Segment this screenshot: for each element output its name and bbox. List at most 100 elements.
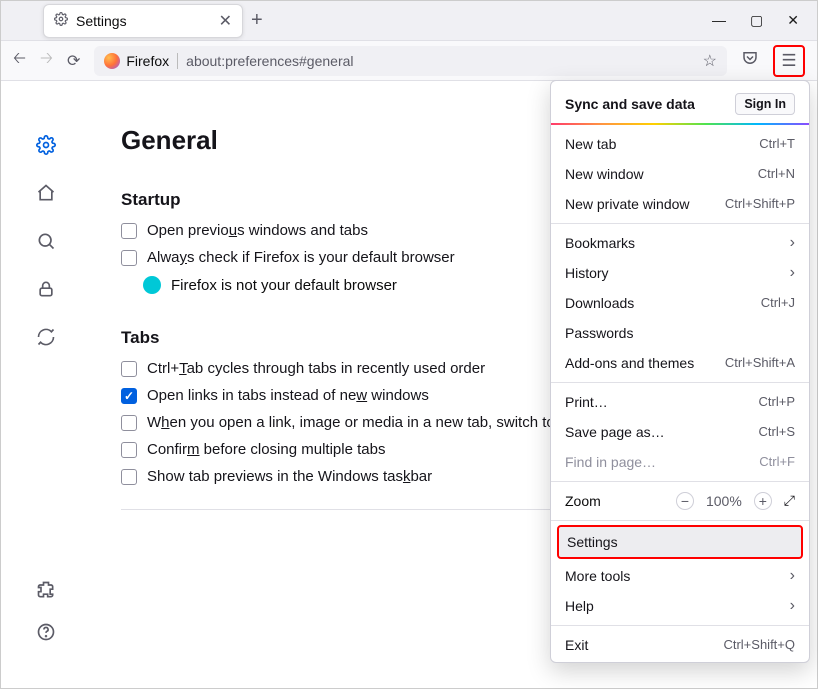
zoom-out-button[interactable]: − xyxy=(676,492,694,510)
sign-in-button[interactable]: Sign In xyxy=(735,93,795,115)
checkbox-checked-icon[interactable]: ✓ xyxy=(121,388,137,404)
menu-find: Find in page… Ctrl+F xyxy=(551,447,809,477)
shortcut: Ctrl+S xyxy=(759,424,795,439)
site-identity[interactable]: Firefox xyxy=(104,53,169,69)
menu-label: Print… xyxy=(565,394,608,410)
firefox-status-icon xyxy=(143,276,161,294)
menu-label: New tab xyxy=(565,136,616,152)
checkbox-icon[interactable] xyxy=(121,415,137,431)
chevron-right-icon: › xyxy=(790,567,795,585)
menu-separator xyxy=(551,123,809,125)
new-tab-button[interactable]: + xyxy=(251,9,263,32)
tab-title: Settings xyxy=(76,13,127,29)
settings-sidebar xyxy=(1,81,91,688)
menu-history[interactable]: History › xyxy=(551,258,809,288)
menu-sync[interactable]: Sync and save data Sign In xyxy=(551,87,809,121)
sidebar-search-icon[interactable] xyxy=(34,229,58,253)
menu-separator xyxy=(551,223,809,224)
menu-new-private-window[interactable]: New private window Ctrl+Shift+P xyxy=(551,189,809,219)
menu-print[interactable]: Print… Ctrl+P xyxy=(551,387,809,417)
menu-separator xyxy=(551,625,809,626)
chevron-right-icon: › xyxy=(790,234,795,252)
menu-label: More tools xyxy=(565,568,630,584)
shortcut: Ctrl+Shift+P xyxy=(725,196,795,211)
address-bar[interactable]: Firefox about:preferences#general ☆ xyxy=(94,46,727,76)
sidebar-sync-icon[interactable] xyxy=(34,325,58,349)
shortcut: Ctrl+T xyxy=(759,136,795,151)
zoom-in-button[interactable]: + xyxy=(754,492,772,510)
zoom-value: 100% xyxy=(706,493,742,509)
window-maximize-button[interactable]: ▢ xyxy=(750,12,763,29)
window-close-button[interactable]: ✕ xyxy=(787,12,799,29)
checkbox-icon[interactable] xyxy=(121,361,137,377)
menu-help[interactable]: Help › xyxy=(551,591,809,621)
menu-label: Passwords xyxy=(565,325,633,341)
menu-new-window[interactable]: New window Ctrl+N xyxy=(551,159,809,189)
bookmark-star-icon[interactable]: ☆ xyxy=(703,51,717,71)
chevron-right-icon: › xyxy=(790,264,795,282)
menu-exit[interactable]: ExitCtrl+Shift+Q xyxy=(551,630,809,660)
nav-toolbar: 🡠 🡢 ⟳ Firefox about:preferences#general … xyxy=(1,41,817,81)
forward-button[interactable]: 🡢 xyxy=(40,47,53,74)
gear-icon xyxy=(54,12,68,29)
menu-settings[interactable]: Settings xyxy=(557,525,803,559)
sidebar-help-icon[interactable] xyxy=(34,620,58,644)
opt-label: Ctrl+Tab cycles through tabs in recently… xyxy=(147,360,485,377)
opt-label: Confirm before closing multiple tabs xyxy=(147,441,385,458)
menu-addons[interactable]: Add-ons and themes Ctrl+Shift+A xyxy=(551,348,809,378)
separator xyxy=(177,53,178,69)
browser-tab[interactable]: Settings ✕ xyxy=(43,4,243,38)
menu-label: New private window xyxy=(565,196,690,212)
menu-downloads[interactable]: Downloads Ctrl+J xyxy=(551,288,809,318)
pocket-icon[interactable] xyxy=(741,49,759,72)
opt-label: Show tab previews in the Windows taskbar xyxy=(147,468,432,485)
tab-close-icon[interactable]: ✕ xyxy=(219,11,232,31)
shortcut: Ctrl+F xyxy=(759,454,795,469)
reload-button[interactable]: ⟳ xyxy=(67,51,80,71)
menu-label: Exit xyxy=(565,637,588,653)
shortcut: Ctrl+P xyxy=(759,394,795,409)
window-minimize-button[interactable]: — xyxy=(712,12,726,29)
firefox-logo-icon xyxy=(104,53,120,69)
sidebar-extensions-icon[interactable] xyxy=(34,578,58,602)
menu-new-tab[interactable]: New tab Ctrl+T xyxy=(551,129,809,159)
titlebar: Settings ✕ + — ▢ ✕ xyxy=(1,1,817,41)
menu-more-tools[interactable]: More tools › xyxy=(551,561,809,591)
menu-label: History xyxy=(565,265,609,281)
shortcut: Ctrl+N xyxy=(758,166,795,181)
menu-separator xyxy=(551,382,809,383)
menu-label: Sync and save data xyxy=(565,96,695,112)
menu-label: New window xyxy=(565,166,644,182)
url-text: about:preferences#general xyxy=(186,53,353,69)
menu-separator xyxy=(551,481,809,482)
shortcut: Ctrl+Shift+A xyxy=(725,355,795,370)
sidebar-general-icon[interactable] xyxy=(34,133,58,157)
chevron-right-icon: › xyxy=(790,597,795,615)
menu-label: Help xyxy=(565,598,594,614)
checkbox-icon[interactable] xyxy=(121,250,137,266)
menu-passwords[interactable]: Passwords xyxy=(551,318,809,348)
menu-save-page[interactable]: Save page as… Ctrl+S xyxy=(551,417,809,447)
menu-label: Zoom xyxy=(565,493,601,509)
opt-label: Always check if Firefox is your default … xyxy=(147,249,455,266)
checkbox-icon[interactable] xyxy=(121,223,137,239)
checkbox-icon[interactable] xyxy=(121,469,137,485)
app-menu-button[interactable]: ☰ xyxy=(773,45,805,77)
checkbox-icon[interactable] xyxy=(121,442,137,458)
sidebar-privacy-icon[interactable] xyxy=(34,277,58,301)
menu-zoom: Zoom − 100% + ⤢ xyxy=(551,486,809,516)
opt-label: Open links in tabs instead of new window… xyxy=(147,387,429,404)
app-menu: Sync and save data Sign In New tab Ctrl+T… xyxy=(550,80,810,663)
status-text: Firefox is not your default browser xyxy=(171,277,397,294)
sidebar-home-icon[interactable] xyxy=(34,181,58,205)
menu-label: Bookmarks xyxy=(565,235,635,251)
menu-label: Add-ons and themes xyxy=(565,355,694,371)
fullscreen-icon[interactable]: ⤢ xyxy=(784,492,795,509)
back-button[interactable]: 🡠 xyxy=(13,47,26,74)
opt-label: Open previous windows and tabs xyxy=(147,222,368,239)
shortcut: Ctrl+J xyxy=(761,295,795,310)
menu-label: Downloads xyxy=(565,295,634,311)
menu-label: Save page as… xyxy=(565,424,665,440)
menu-bookmarks[interactable]: Bookmarks › xyxy=(551,228,809,258)
menu-label: Find in page… xyxy=(565,454,656,470)
